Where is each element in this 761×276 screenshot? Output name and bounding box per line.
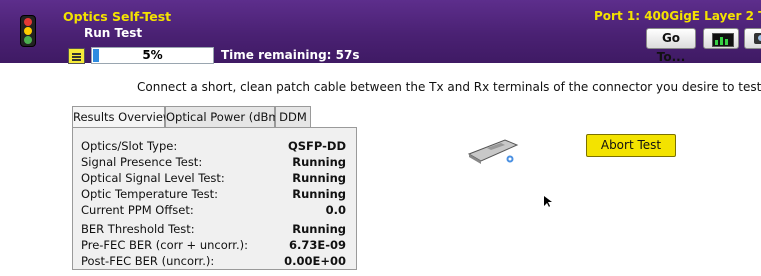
goto-button[interactable]: Go To...: [646, 28, 696, 64]
tab-ddm[interactable]: DDM: [275, 106, 311, 128]
result-row: Optical Signal Level Test: Running: [81, 171, 346, 187]
instruction-text: Connect a short, clean patch cable betwe…: [137, 80, 761, 94]
transceiver-icon: [467, 139, 519, 164]
result-row: BER Threshold Test: Running: [81, 222, 346, 238]
camera-button[interactable]: [744, 28, 761, 49]
result-row: Signal Presence Test: Running: [81, 155, 346, 171]
camera-icon: [754, 33, 761, 44]
mouse-cursor-icon: [544, 196, 552, 207]
progress-percent: 5%: [142, 48, 163, 62]
result-label: Current PPM Offset:: [81, 203, 194, 217]
monitor-button[interactable]: [703, 28, 739, 49]
result-value: 0.0: [325, 203, 346, 217]
result-label: Post-FEC BER (uncorr.):: [81, 254, 215, 268]
result-row: Current PPM Offset: 0.0: [81, 203, 346, 219]
result-value: 6.73E-09: [288, 238, 346, 252]
tab-results-overview[interactable]: Results Overview: [72, 106, 172, 129]
result-label: Optics/Slot Type:: [81, 139, 178, 153]
result-label: Optical Signal Level Test:: [81, 171, 225, 185]
traffic-light-icon: [20, 15, 36, 47]
result-value: Running: [292, 187, 346, 201]
result-label: BER Threshold Test:: [81, 222, 195, 236]
result-row: Pre-FEC BER (corr + uncorr.): 6.73E-09: [81, 238, 346, 254]
result-value: Running: [292, 171, 346, 185]
result-row: Post-FEC BER (uncorr.): 0.00E+00: [81, 254, 346, 270]
abort-test-button[interactable]: Abort Test: [586, 134, 676, 157]
result-value: 0.00E+00: [284, 254, 346, 268]
log-icon[interactable]: [68, 48, 85, 64]
result-row: Optics/Slot Type: QSFP-DD: [81, 139, 346, 155]
result-label: Pre-FEC BER (corr + uncorr.):: [81, 238, 248, 252]
time-remaining: Time remaining: 57s: [221, 48, 360, 62]
app-window: Optics Self-Test Run Test Port 1: 400Gig…: [0, 0, 761, 276]
result-value: Running: [292, 222, 346, 236]
port-label: Port 1: 400GigE Layer 2 Traffic Term: [594, 9, 761, 23]
results-panel: Optics/Slot Type: QSFP-DD Signal Presence…: [72, 127, 357, 270]
result-value: QSFP-DD: [287, 139, 346, 153]
result-value: Running: [292, 155, 346, 169]
monitor-icon: [712, 33, 734, 47]
result-label: Signal Presence Test:: [81, 155, 203, 169]
test-subtitle: Run Test: [84, 26, 143, 40]
test-title: Optics Self-Test: [63, 9, 172, 24]
tab-optical-power[interactable]: Optical Power (dBm): [165, 106, 284, 128]
result-row: Optic Temperature Test: Running: [81, 187, 346, 203]
result-label: Optic Temperature Test:: [81, 187, 219, 201]
progress-bar: 5%: [91, 47, 214, 64]
